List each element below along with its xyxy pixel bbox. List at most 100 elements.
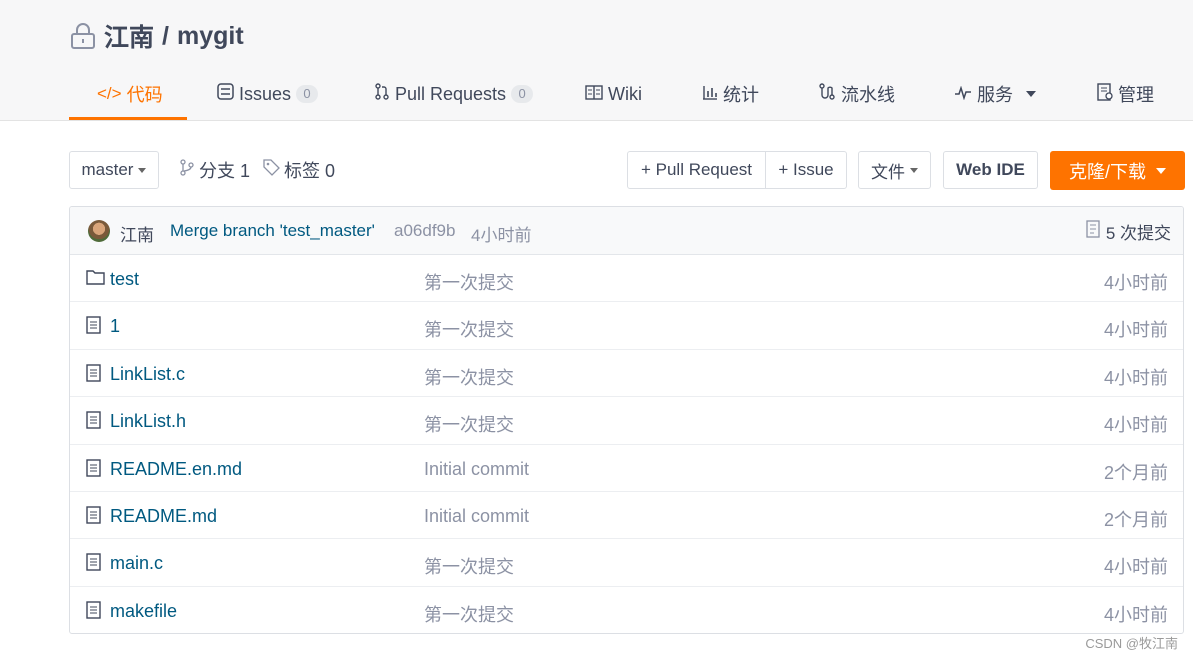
manage-icon: [1097, 82, 1113, 106]
commit-count-label: 5 次提交: [1105, 224, 1171, 243]
chevron-down-icon: [138, 167, 147, 173]
stats-icon: [702, 84, 718, 105]
tab-pipeline-label: 流水线: [841, 85, 895, 105]
tab-services[interactable]: 服务: [954, 70, 1036, 118]
file-commit-message[interactable]: Initial commit: [424, 459, 529, 480]
file-icon: [86, 553, 101, 576]
active-tab-indicator: [69, 117, 187, 120]
file-commit-message[interactable]: 第一次提交: [424, 364, 514, 390]
file-commit-time: 4小时前: [1103, 415, 1168, 436]
branches-label: 分支 1: [199, 161, 251, 181]
file-name-link[interactable]: LinkList.c: [110, 364, 185, 385]
commits-icon: [1086, 220, 1101, 243]
tab-stats[interactable]: 统计: [702, 70, 759, 118]
chevron-down-icon: [1156, 167, 1166, 174]
clone-download-button[interactable]: 克隆/下载: [1050, 151, 1185, 190]
file-commit-time: 4小时前: [1103, 557, 1168, 578]
pull-request-icon: [374, 83, 390, 105]
file-row[interactable]: LinkList.c 第一次提交 4小时前: [70, 350, 1183, 398]
file-menu-button[interactable]: 文件: [858, 151, 931, 189]
tab-pull-requests[interactable]: Pull Requests 0: [374, 70, 534, 118]
tab-wiki[interactable]: Wiki: [585, 70, 642, 118]
tab-issues-label: Issues: [239, 83, 292, 104]
file-commit-time: 4小时前: [1103, 604, 1168, 625]
file-name-link[interactable]: test: [110, 269, 139, 290]
tab-code-label: 代码: [126, 85, 163, 105]
file-commit-message[interactable]: 第一次提交: [424, 316, 514, 342]
file-name-link[interactable]: makefile: [110, 601, 177, 622]
file-commit-time: 4小时前: [1103, 273, 1168, 293]
file-row[interactable]: README.en.md Initial commit 2个月前: [70, 445, 1183, 492]
tab-services-label: 服务: [977, 85, 1013, 105]
file-row[interactable]: makefile 第一次提交 4小时前: [70, 587, 1183, 633]
commit-hash[interactable]: a06df9b: [394, 221, 455, 241]
file-row[interactable]: README.md Initial commit 2个月前: [70, 492, 1183, 540]
file-commit-time: 2个月前: [1103, 462, 1168, 483]
file-name-link[interactable]: README.en.md: [110, 459, 242, 480]
avatar[interactable]: [88, 220, 110, 242]
file-commit-message[interactable]: 第一次提交: [424, 269, 514, 295]
file-icon: [86, 506, 101, 529]
web-ide-label: Web IDE: [956, 160, 1025, 179]
tab-code[interactable]: </> 代码: [97, 70, 163, 118]
commit-message[interactable]: Merge branch 'test_master': [170, 221, 375, 241]
tags-link[interactable]: 标签 0: [263, 151, 335, 189]
file-commit-message[interactable]: Initial commit: [424, 506, 529, 527]
branch-select[interactable]: master: [69, 151, 159, 189]
file-name-link[interactable]: main.c: [110, 553, 163, 574]
tab-manage[interactable]: 管理: [1097, 70, 1154, 118]
commit-time: 4小时前: [471, 226, 532, 245]
repo-title: 江南 / mygit: [70, 18, 244, 54]
branch-select-label: master: [81, 160, 134, 179]
watermark: CSDN @牧江南: [1085, 636, 1178, 651]
latest-commit-bar: 江南 Merge branch 'test_master' a06df9b 4小…: [70, 207, 1183, 255]
file-name-link[interactable]: README.md: [110, 506, 217, 527]
file-icon: [86, 601, 101, 624]
folder-icon: [86, 269, 105, 290]
file-commit-message[interactable]: 第一次提交: [424, 411, 514, 437]
issues-icon: [217, 83, 234, 105]
tab-wiki-label: Wiki: [608, 83, 642, 104]
file-commit-message[interactable]: 第一次提交: [424, 601, 514, 627]
file-row[interactable]: test 第一次提交 4小时前: [70, 255, 1183, 303]
repo-separator: /: [162, 21, 169, 50]
file-icon: [86, 364, 101, 387]
new-pull-request-label: + Pull Request: [640, 160, 753, 179]
file-commit-time: 4小时前: [1103, 367, 1168, 388]
pull-requests-count-badge: 0: [511, 85, 534, 103]
clone-download-label: 克隆/下载: [1068, 161, 1146, 182]
tags-label: 标签 0: [284, 161, 336, 181]
tab-pull-requests-label: Pull Requests: [395, 83, 507, 104]
file-icon: [86, 458, 101, 482]
repo-owner-link[interactable]: 江南: [104, 18, 154, 54]
pulse-icon: [954, 84, 972, 105]
tab-pipeline[interactable]: 流水线: [818, 70, 895, 118]
pipeline-icon: [818, 83, 836, 105]
tab-stats-label: 统计: [723, 85, 759, 105]
branch-icon: [179, 159, 195, 181]
commit-count-link[interactable]: 5 次提交: [1086, 219, 1171, 244]
file-name-link[interactable]: 1: [110, 316, 120, 337]
new-issue-button[interactable]: + Issue: [765, 151, 847, 189]
commit-author[interactable]: 江南: [120, 221, 154, 246]
chevron-down-icon: [1026, 91, 1036, 97]
file-row[interactable]: 1 第一次提交 4小时前: [70, 302, 1183, 350]
file-name-link[interactable]: LinkList.h: [110, 411, 186, 432]
repo-name-link[interactable]: mygit: [177, 22, 244, 51]
file-row[interactable]: LinkList.h 第一次提交 4小时前: [70, 397, 1183, 445]
web-ide-button[interactable]: Web IDE: [943, 151, 1038, 189]
code-icon: </>: [97, 84, 122, 103]
file-rows: test 第一次提交 4小时前 1 第一次提交 4小时前 LinkList.c 第一次提交 4小…: [70, 255, 1183, 633]
tab-manage-label: 管理: [1118, 85, 1154, 105]
file-commit-message[interactable]: 第一次提交: [424, 553, 514, 579]
repo-tabs: </> 代码 Issues 0 Pull Requests 0 Wiki 统计 …: [0, 70, 1193, 120]
tab-issues[interactable]: Issues 0: [217, 70, 319, 118]
branches-link[interactable]: 分支 1: [179, 151, 250, 189]
file-commit-time: 2个月前: [1103, 509, 1168, 530]
new-pull-request-button[interactable]: + Pull Request: [627, 151, 766, 189]
file-commit-time: 4小时前: [1103, 320, 1168, 341]
lock-icon: [70, 22, 96, 50]
repo-toolbar: master 分支 1 标签 0 + Pull Request + Issue …: [0, 151, 1193, 191]
file-list: 江南 Merge branch 'test_master' a06df9b 4小…: [69, 206, 1184, 634]
file-row[interactable]: main.c 第一次提交 4小时前: [70, 539, 1183, 587]
